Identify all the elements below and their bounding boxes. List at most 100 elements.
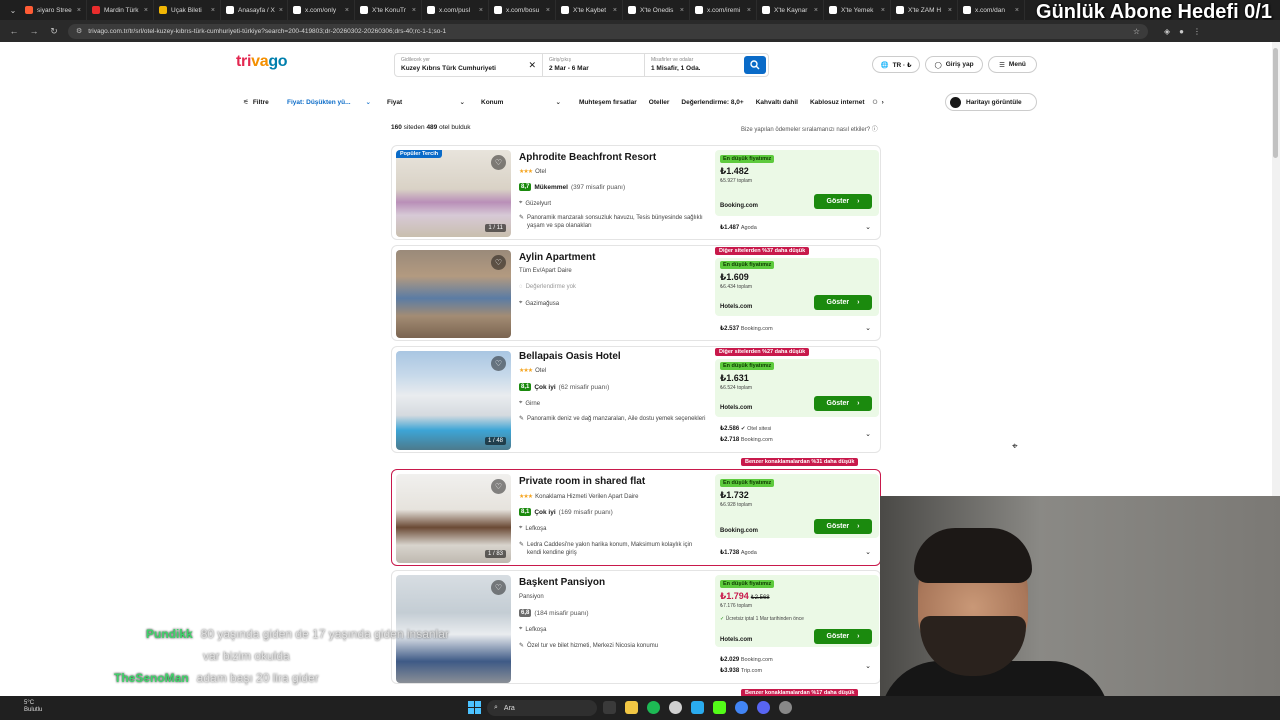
telegram-icon[interactable] [691,701,704,714]
chevron-right-icon[interactable]: › [880,93,886,111]
menu-button[interactable]: ☰ Menü [988,56,1037,73]
clear-icon[interactable]: ✕ [528,60,536,71]
hotel-card[interactable]: Popüler Tercih ♡ 1 / 11 Aphrodite Beachf… [391,145,881,240]
hotel-photo[interactable]: ♡ 1 / 83 [396,474,511,563]
trivago-logo[interactable]: trivago [236,53,288,71]
browser-tab[interactable]: x.com/only × [288,0,355,20]
settings-icon[interactable] [779,701,792,714]
show-deal-button[interactable]: Göster › [814,629,872,644]
ranking-disclaimer-link[interactable]: Bize yapılan ödemeler sıralamanızı nasıl… [741,124,878,133]
browser-tab[interactable]: siyaro Stree × [20,0,87,20]
show-deal-button[interactable]: Göster › [814,519,872,534]
sort-dropdown[interactable]: Fiyat: Düşükten yü... ⌄ [281,93,377,111]
heart-icon[interactable]: ♡ [491,155,506,170]
task-view-icon[interactable] [603,701,616,714]
chip-wifi[interactable]: Kablosuz internet [804,93,871,111]
show-deal-button[interactable]: Göster › [814,194,872,209]
hotel-photo[interactable]: ♡ [396,250,511,338]
url-field[interactable]: ⚙ trivago.com.tr/tr/srl/otel-kuzey-kıbrı… [68,23,1148,39]
browser-tab[interactable]: x.com/dan × [958,0,1025,20]
browser-tab[interactable]: x.com/pusl × [422,0,489,20]
chip-breakfast[interactable]: Kahvaltı dahil [750,93,804,111]
browser-tab[interactable]: X'te KonuTr × [355,0,422,20]
scrollbar-thumb[interactable] [1273,48,1278,158]
reload-icon[interactable]: ↻ [48,26,60,37]
hotel-card[interactable]: ♡ 1 / 48 Bellapais Oasis Hotel ★★★ Otel 8… [391,346,881,453]
browser-tab[interactable]: Anasayfa / X × [221,0,288,20]
chevron-down-icon[interactable]: ⌄ [865,223,871,231]
close-icon[interactable]: × [412,7,416,14]
close-icon[interactable]: × [77,7,81,14]
kick-icon[interactable] [713,701,726,714]
bookmark-star-icon[interactable]: ☆ [1133,27,1140,36]
filter-button[interactable]: ⚟ Filtre [237,93,275,111]
hotel-photo[interactable]: ♡ 1 / 48 [396,351,511,450]
chevron-down-icon[interactable]: ⌄ [865,548,871,556]
close-icon[interactable]: × [680,7,684,14]
login-button[interactable]: ◯ Giriş yap [925,56,983,73]
browser-tab[interactable]: x.com/iremi × [690,0,757,20]
heart-icon[interactable]: ♡ [491,255,506,270]
browser-tab[interactable]: X'te Onedis × [623,0,690,20]
hotel-photo[interactable]: Popüler Tercih ♡ 1 / 11 [396,150,511,237]
guests-field[interactable]: Misafirler ve odalar 1 Misafir, 1 Oda. [645,54,743,76]
close-icon[interactable]: × [881,7,885,14]
browser-tab[interactable]: X'te ZAM H × [891,0,958,20]
language-currency-button[interactable]: 🌐 TR · ₺ [872,56,920,73]
dates-field[interactable]: Giriş/çıkış 2 Mar - 6 Mar [543,54,645,76]
windows-start-icon[interactable] [468,701,481,714]
browser-tab[interactable]: X'te Yemek × [824,0,891,20]
close-icon[interactable]: × [279,7,283,14]
forward-icon[interactable]: → [28,26,40,36]
search-button[interactable] [744,56,766,74]
show-deal-button[interactable]: Göster › [814,396,872,411]
tab-list-icon[interactable]: ⌄ [6,6,20,15]
close-icon[interactable]: × [814,7,818,14]
browser-tab[interactable]: X'te Kaybet × [556,0,623,20]
spotify-icon[interactable] [647,701,660,714]
close-icon[interactable]: × [479,7,483,14]
taskbar-search[interactable]: ⌕ Ara [487,700,597,716]
browser-tab[interactable]: Mardin Türk × [87,0,154,20]
show-deal-button[interactable]: Göster › [814,295,872,310]
chrome-icon[interactable] [735,701,748,714]
close-icon[interactable]: × [948,7,952,14]
close-icon[interactable]: × [1015,7,1019,14]
close-icon[interactable]: × [747,7,751,14]
chip-more[interactable]: O [871,93,880,111]
back-icon[interactable]: ← [8,26,20,36]
hotel-card[interactable]: ♡ 1 / 83 Private room in shared flat ★★★… [391,469,881,566]
site-info-icon[interactable]: ⚙ [76,27,82,35]
close-icon[interactable]: × [211,7,215,14]
heart-icon[interactable]: ♡ [491,356,506,371]
browser-tab[interactable]: x.com/bosu × [489,0,556,20]
location-dropdown[interactable]: Konum ⌄ [475,93,567,111]
chevron-down-icon[interactable]: ⌄ [865,324,871,332]
favicon-icon [293,6,301,14]
hotel-card[interactable]: ♡ Aylin Apartment Tüm Ev/Apart Daire ◌ De… [391,245,881,341]
profile-icon[interactable]: ● [1179,27,1184,36]
file-explorer-icon[interactable] [625,701,638,714]
hotel-card[interactable]: ♡ Başkent Pansiyon Pansiyon 6,8 (184 misa… [391,570,881,684]
more-icon[interactable]: ⋮ [1193,27,1201,36]
destination-field[interactable]: Gidilecek yer Kuzey Kıbrıs Türk Cumhuriy… [395,54,543,76]
price-dropdown[interactable]: Fiyat ⌄ [381,93,471,111]
chevron-down-icon[interactable]: ⌄ [865,430,871,438]
map-toggle[interactable]: Haritayı görüntüle [945,93,1037,111]
heart-icon[interactable]: ♡ [491,580,506,595]
chip-rating[interactable]: Değerlendirme: 8,0+ [675,93,749,111]
weather-widget[interactable]: 5°C Bulutlu [24,700,42,714]
close-icon[interactable]: × [613,7,617,14]
close-icon[interactable]: × [144,7,148,14]
close-icon[interactable]: × [546,7,550,14]
app-icon[interactable] [669,701,682,714]
browser-tab[interactable]: Uçak Bileti × [154,0,221,20]
heart-icon[interactable]: ♡ [491,479,506,494]
chip-great-deals[interactable]: Muhteşem fırsatlar [573,93,643,111]
chip-hotels[interactable]: Oteller [643,93,676,111]
chevron-down-icon[interactable]: ⌄ [865,662,871,670]
close-icon[interactable]: × [345,7,349,14]
browser-tab[interactable]: X'te Kaynar × [757,0,824,20]
extension-icon[interactable]: ◈ [1164,27,1170,36]
discord-icon[interactable] [757,701,770,714]
